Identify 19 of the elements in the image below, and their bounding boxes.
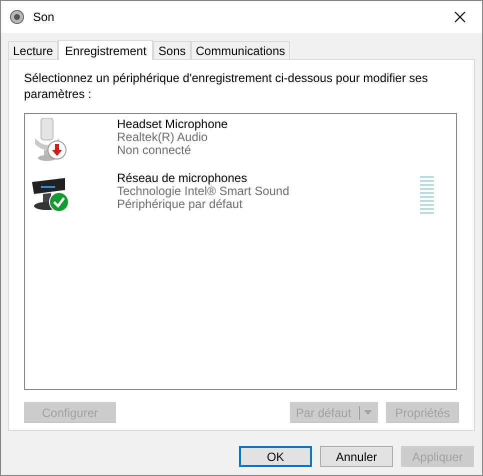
- tab[interactable]: Communications: [190, 41, 290, 59]
- device-name: Réseau de microphones: [117, 172, 248, 185]
- tab[interactable]: Lecture: [8, 41, 58, 59]
- dropdown-caret-icon: [364, 410, 372, 415]
- device-status: Non connecté: [117, 144, 192, 157]
- device-driver: Realtek(R) Audio: [117, 131, 208, 144]
- device-item[interactable]: Headset Microphone Realtek(R) Audio Non connecté: [25, 114, 456, 168]
- tab[interactable]: Enregistrement: [58, 40, 154, 60]
- device-item[interactable]: Réseau de microphones Technologie Intel® Smart Sound Périphérique par défaut: [25, 168, 456, 222]
- speaker-icon: [9, 9, 25, 25]
- dialog-button[interactable]: Annuler: [320, 446, 393, 467]
- device-name: Headset Microphone: [117, 118, 229, 131]
- close-icon[interactable]: [454, 11, 466, 23]
- device-driver: Technologie Intel® Smart Sound: [117, 185, 290, 198]
- instruction-text: Sélectionnez un périphérique d'enregistrement ci-dessous pour modifier ses paramètres :: [24, 70, 429, 102]
- tab[interactable]: Sons: [153, 41, 191, 59]
- window-title: Son: [33, 9, 54, 26]
- dialog-button[interactable]: OK: [239, 446, 312, 467]
- device-status: Périphérique par défaut: [117, 198, 244, 211]
